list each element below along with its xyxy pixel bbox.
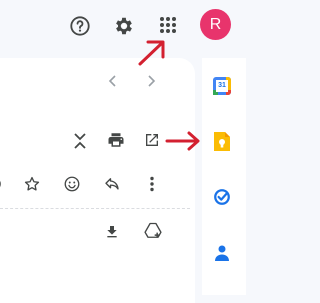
add-to-drive-icon[interactable] [142, 220, 164, 242]
avatar[interactable]: R [200, 9, 231, 40]
more-vert-icon[interactable] [142, 174, 162, 194]
contacts-icon[interactable] [212, 243, 232, 263]
collapse-icon[interactable] [70, 130, 90, 152]
calendar-day: 31 [218, 82, 226, 89]
reply-icon[interactable] [102, 174, 122, 194]
help-icon[interactable] [66, 12, 94, 40]
divider [0, 208, 190, 209]
star-icon[interactable] [22, 174, 42, 194]
download-icon[interactable] [102, 222, 122, 242]
calendar-icon[interactable]: 31 [212, 76, 232, 96]
partial-icon [0, 176, 4, 192]
chevron-right-icon[interactable] [142, 72, 160, 90]
chevron-left-icon[interactable] [104, 72, 122, 90]
open-new-window-icon[interactable] [142, 130, 162, 150]
tasks-icon[interactable] [212, 187, 232, 207]
avatar-initial: R [209, 15, 222, 33]
gear-icon[interactable] [110, 12, 138, 40]
keep-icon[interactable] [213, 131, 231, 151]
print-icon[interactable] [106, 130, 126, 150]
emoji-icon[interactable] [62, 174, 82, 194]
apps-grid-icon[interactable] [155, 12, 181, 38]
